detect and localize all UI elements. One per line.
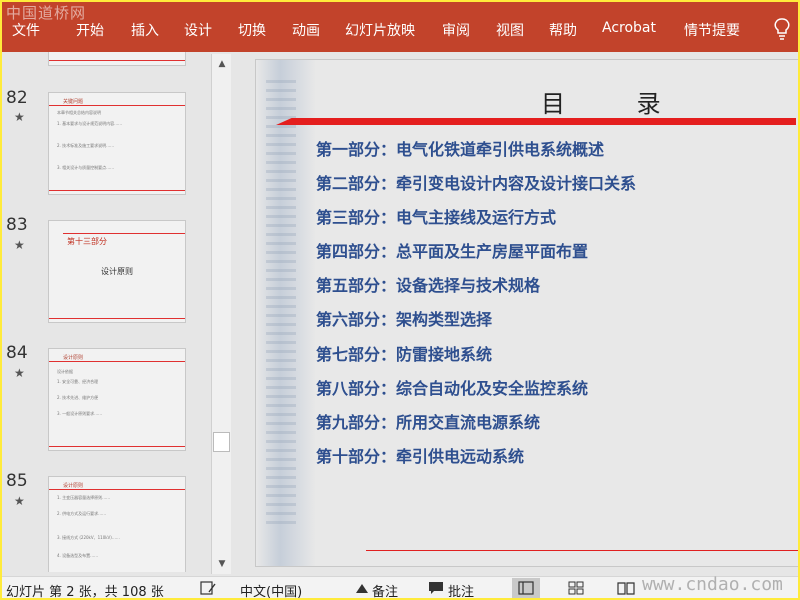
thumb-text: 1. 主变压器容量选择原则…… (57, 495, 111, 500)
spellcheck-icon[interactable] (200, 581, 216, 595)
thumb-text: 本章节相关总结内容说明 (57, 110, 101, 115)
tab-file[interactable]: 文件 (12, 20, 40, 40)
tab-help[interactable]: 帮助 (549, 20, 577, 40)
toc-item[interactable]: 第八部分：综合自动化及安全监控系统 (316, 375, 588, 399)
toc-item[interactable]: 第九部分：所用交直流电源系统 (316, 409, 540, 433)
thumb-text: 3. 一般设计原则要求…… (57, 411, 103, 416)
tab-storyboard[interactable]: 情节提要 (684, 20, 740, 40)
slide-number: 84 (6, 343, 28, 363)
tab-transitions[interactable]: 切换 (238, 20, 266, 40)
thumb-text: 3. 相关设计与质量控制要点…… (57, 165, 115, 170)
tab-animations[interactable]: 动画 (292, 20, 320, 40)
thumb-text: 设计依据 (57, 369, 73, 374)
thumb-center-text: 设计原则 (101, 267, 133, 276)
slide-number: 85 (6, 471, 28, 491)
notes-icon[interactable] (354, 581, 370, 595)
toc-item[interactable]: 第四部分：总平面及生产房屋平面布置 (316, 238, 588, 262)
tab-slideshow[interactable]: 幻灯片放映 (345, 20, 415, 40)
slide-thumbnail-85[interactable]: 设计原则 1. 主变压器容量选择原则…… 2. 供电方式及运行要求…… 3. 接… (48, 476, 186, 572)
app-window: 中国道桥网 文件 开始 插入 设计 切换 动画 幻灯片放映 审阅 视图 帮助 A… (2, 2, 798, 598)
lightbulb-icon[interactable] (774, 18, 790, 40)
scroll-up-arrow-icon[interactable]: ▲ (215, 57, 229, 71)
slide-counter: 幻灯片 第 2 张，共 108 张 (6, 585, 164, 598)
slide-number: 82 (6, 88, 28, 108)
slide-thumbnail-84[interactable]: 设计原则 设计依据 1. 安全可靠、经济合理 2. 技术先进、维护方便 3. 一… (48, 348, 186, 451)
ribbon-tab-bar: 中国道桥网 文件 开始 插入 设计 切换 动画 幻灯片放映 审阅 视图 帮助 A… (2, 2, 798, 52)
toc-item[interactable]: 第二部分：牵引变电设计内容及设计接口关系 (316, 170, 636, 194)
toc-item[interactable]: 第六部分：架构类型选择 (316, 306, 492, 330)
toc-item[interactable]: 第一部分：电气化铁道牵引供电系统概述 (316, 136, 604, 160)
star-icon: ★ (14, 494, 25, 508)
tab-home[interactable]: 开始 (76, 20, 104, 40)
toc-item[interactable]: 第五部分：设备选择与技术规格 (316, 272, 540, 296)
thumb-text: 1. 安全可靠、经济合理 (57, 379, 99, 384)
thumb-title: 设计原则 (63, 355, 84, 361)
comment-icon[interactable] (428, 581, 444, 595)
toc-item[interactable]: 第十部分：牵引供电远动系统 (316, 443, 524, 467)
watermark-url: www.cndao.com (642, 574, 783, 595)
title-underline-bar (276, 118, 796, 125)
reading-view-button[interactable] (612, 578, 640, 598)
thumb-text: 1. 基本要求与设计规范说明内容…… (57, 121, 123, 126)
toc-item[interactable]: 第七部分：防雷接地系统 (316, 341, 492, 365)
slide-thumbnail-82[interactable]: 关键问题 本章节相关总结内容说明 1. 基本要求与设计规范说明内容…… 2. 技… (48, 92, 186, 195)
language-indicator[interactable]: 中文(中国) (240, 581, 302, 598)
thumb-text: 2. 技术先进、维护方便 (57, 395, 99, 400)
thumb-heading: 第十三部分 (67, 237, 107, 246)
reading-view-icon (617, 582, 635, 595)
toc-item[interactable]: 第三部分：电气主接线及运行方式 (316, 204, 556, 228)
tab-design[interactable]: 设计 (184, 20, 212, 40)
thumbnail-partial[interactable] (48, 52, 186, 66)
slide-number: 83 (6, 215, 28, 235)
tab-acrobat[interactable]: Acrobat (602, 20, 656, 36)
comments-button[interactable]: 批注 (448, 581, 474, 598)
thumbnail-scrollbar[interactable]: ▲ ▼ (211, 54, 231, 574)
star-icon: ★ (14, 366, 25, 380)
slide-thumbnail-83[interactable]: 第十三部分 设计原则 (48, 220, 186, 323)
slide-thumbnail-pane: 82 ★ 关键问题 本章节相关总结内容说明 1. 基本要求与设计规范说明内容……… (2, 52, 212, 572)
scroll-down-arrow-icon[interactable]: ▼ (215, 557, 229, 571)
thumb-text: 3. 接线方式 (220kV、110kV)…… (57, 535, 120, 540)
slide-bottom-line (366, 550, 798, 551)
tab-review[interactable]: 审阅 (442, 20, 470, 40)
thumb-text: 4. 设备选型及布置…… (57, 553, 99, 558)
star-icon: ★ (14, 238, 25, 252)
thumb-text: 2. 供电方式及运行要求…… (57, 511, 107, 516)
tab-insert[interactable]: 插入 (131, 20, 159, 40)
slide-canvas[interactable]: 目 录 第一部分：电气化铁道牵引供电系统概述 第二部分：牵引变电设计内容及设计接… (255, 59, 798, 567)
normal-view-icon (518, 581, 534, 595)
slide-sorter-button[interactable] (562, 578, 590, 598)
slide-decoration-stripes (266, 80, 296, 530)
thumb-text: 2. 技术标准及施工要求说明…… (57, 143, 115, 148)
slide-sorter-icon (568, 581, 584, 595)
notes-button[interactable]: 备注 (372, 581, 398, 598)
tab-view[interactable]: 视图 (496, 20, 524, 40)
normal-view-button[interactable] (512, 578, 540, 598)
star-icon: ★ (14, 110, 25, 124)
thumb-title: 设计原则 (63, 483, 84, 489)
slide-title[interactable]: 目 录 (541, 84, 693, 119)
thumb-title: 关键问题 (63, 99, 84, 105)
scrollbar-thumb[interactable] (213, 432, 230, 452)
